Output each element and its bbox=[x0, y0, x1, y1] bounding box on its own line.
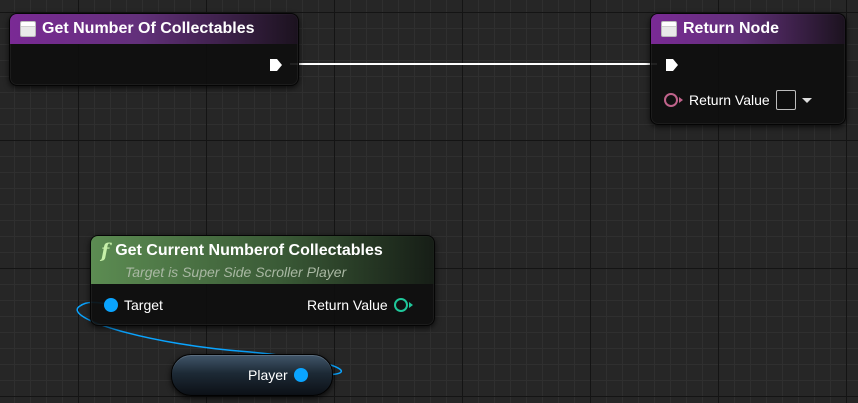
event-node-icon bbox=[661, 21, 677, 37]
function-entry-title: Get Number Of Collectables bbox=[42, 20, 255, 37]
function-call-header[interactable]: f Get Current Numberof Collectables Targ… bbox=[91, 236, 434, 284]
target-pin-row: Target bbox=[104, 297, 163, 313]
player-pin-row: Player bbox=[248, 367, 308, 383]
player-variable-node[interactable]: Player bbox=[171, 354, 333, 396]
player-label: Player bbox=[248, 367, 288, 383]
int-pin-icon[interactable] bbox=[393, 298, 413, 312]
event-node-icon bbox=[20, 21, 36, 37]
return-node-header[interactable]: Return Node bbox=[651, 14, 845, 44]
return-value-label: Return Value bbox=[689, 92, 770, 108]
function-call-subtitle: Target is Super Side Scroller Player bbox=[125, 264, 347, 280]
chevron-down-icon[interactable] bbox=[801, 97, 812, 103]
function-call-node[interactable]: f Get Current Numberof Collectables Targ… bbox=[90, 235, 435, 326]
return-value-output-label: Return Value bbox=[307, 297, 388, 313]
function-icon: f bbox=[101, 240, 110, 262]
return-value-pin-row: Return Value bbox=[664, 90, 812, 110]
object-pin-icon[interactable] bbox=[293, 368, 308, 382]
function-entry-header[interactable]: Get Number Of Collectables bbox=[10, 14, 298, 44]
return-node[interactable]: Return Node Return Value bbox=[650, 13, 846, 125]
object-pin-icon[interactable] bbox=[104, 298, 118, 312]
exec-output-pin[interactable] bbox=[268, 57, 284, 73]
function-entry-node[interactable]: Get Number Of Collectables bbox=[9, 13, 299, 86]
target-label: Target bbox=[124, 297, 163, 313]
bool-pin-icon[interactable] bbox=[664, 93, 683, 107]
exec-input-pin[interactable] bbox=[664, 57, 680, 73]
function-call-title: Get Current Numberof Collectables bbox=[115, 242, 383, 259]
return-node-title: Return Node bbox=[683, 20, 779, 37]
return-value-output-row: Return Value bbox=[307, 297, 413, 313]
return-value-checkbox[interactable] bbox=[775, 90, 796, 110]
